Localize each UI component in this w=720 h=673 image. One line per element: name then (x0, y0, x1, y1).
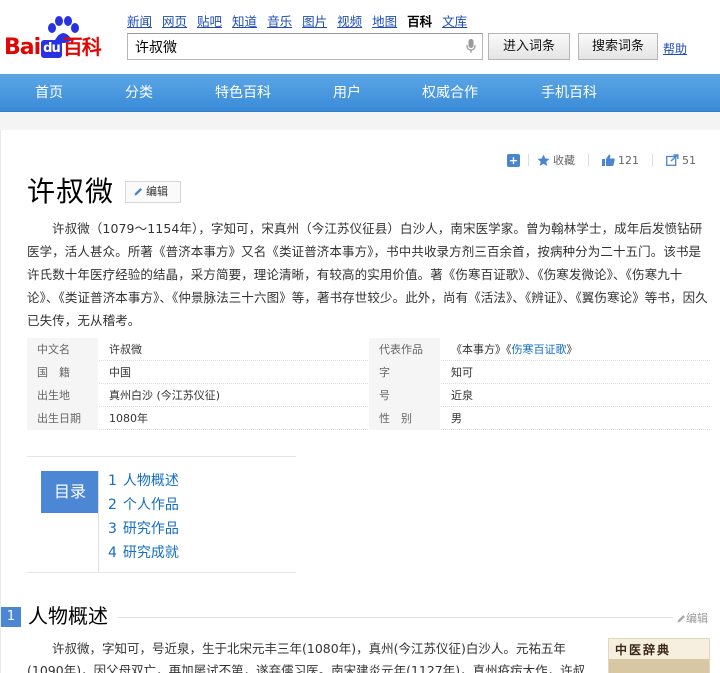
top-nav-zhidao[interactable]: 知道 (232, 11, 257, 30)
section-number: 1 (1, 607, 21, 627)
basic-info-table: 中文名 许叔微 代表作品 《本事方》《伤寒百证歌》 国 籍 中国 字 知可 出生… (27, 337, 710, 430)
like-button[interactable]: 121 (602, 154, 639, 167)
edit-label: 编辑 (146, 185, 168, 198)
collect-button[interactable]: 收藏 (537, 152, 575, 168)
basic-info-row: 国 籍 中国 字 知可 (27, 360, 710, 384)
search-input[interactable] (128, 34, 448, 59)
works-prefix: 《本事方》《 (451, 343, 512, 356)
info-value-works: 《本事方》《伤寒百证歌》 (440, 341, 578, 357)
catalog-header: 目录 (41, 471, 99, 513)
book-cover-title: 中医辞典 (615, 643, 672, 657)
main-nav: 首页 分类 特色百科 用户 权威合作 手机百科 (0, 74, 720, 112)
main-nav-home[interactable]: 首页 (35, 74, 63, 112)
share-count: 51 (682, 153, 696, 167)
info-key: 代表作品 (369, 337, 440, 361)
section-paragraph: 许叔微，字知可，号近泉，生于北宋元丰三年(1080年)，真州(今江苏仪征)白沙人… (27, 641, 586, 673)
top-nav: 新闻 网页 贴吧 知道 音乐 图片 视频 地图 百科 文库 (127, 11, 467, 30)
catalog-item-research-works[interactable]: 3 研究作品 (108, 517, 179, 541)
entry-summary: 许叔微（1079～1154年），字知可，宋真州（今江苏仪征县）白沙人，南宋医学家… (27, 221, 708, 328)
top-nav-map[interactable]: 地图 (372, 11, 397, 30)
section-header: 1 人物概述 编辑 (0, 604, 720, 628)
info-value: 知可 (451, 366, 473, 379)
top-nav-baike: 百科 (407, 14, 433, 29)
main-nav-authority[interactable]: 权威合作 (422, 74, 478, 112)
top-nav-images[interactable]: 图片 (302, 11, 327, 30)
divider (528, 154, 529, 166)
share-icon (666, 154, 679, 166)
edit-entry-button[interactable]: 编辑 (125, 181, 181, 203)
main-nav-featured[interactable]: 特色百科 (215, 74, 271, 112)
entry-toolbar: + 收藏 121 51 (507, 150, 696, 170)
info-key: 号 (369, 383, 440, 407)
works-link[interactable]: 伤寒百证歌 (512, 343, 567, 356)
catalog-divider (98, 471, 99, 572)
works-suffix: 》 (566, 343, 578, 356)
pencil-icon (134, 188, 142, 196)
divider (588, 154, 589, 166)
info-value: 男 (451, 412, 462, 425)
main-nav-categories[interactable]: 分类 (125, 74, 153, 112)
page-gap (0, 112, 720, 130)
catalog: 目录 1 人物概述 2 个人作品 3 研究作品 4 研究成就 (27, 456, 296, 573)
main-nav-users[interactable]: 用户 (333, 74, 361, 112)
like-count: 121 (618, 153, 639, 167)
info-value: 近泉 (451, 389, 473, 402)
catalog-item-works[interactable]: 2 个人作品 (108, 493, 179, 517)
section-edit-label: 编辑 (686, 612, 708, 625)
top-nav-news[interactable]: 新闻 (127, 11, 152, 30)
logo-text: Bai du 百科 (4, 35, 102, 60)
enter-entry-button[interactable]: 进入词条 (488, 33, 570, 60)
catalog-list: 1 人物概述 2 个人作品 3 研究作品 4 研究成就 (108, 469, 179, 565)
info-key: 性 别 (369, 406, 440, 430)
plus-icon: + (507, 153, 520, 167)
section-rule (118, 617, 673, 618)
top-nav-tieba[interactable]: 贴吧 (197, 11, 222, 30)
info-key: 字 (369, 360, 440, 384)
info-value: 许叔微 (109, 343, 142, 356)
microphone-icon[interactable] (466, 39, 476, 54)
info-key: 出生地 (27, 383, 98, 407)
page-title: 许叔微 (27, 175, 115, 208)
top-nav-video[interactable]: 视频 (337, 11, 362, 30)
header: Baidu百科 新闻 网页 贴吧 知道 音乐 图片 视频 地图 百科 文库 进入… (0, 0, 720, 74)
search-box (127, 33, 483, 60)
divider (652, 154, 653, 166)
pencil-icon (677, 615, 685, 623)
baidu-baike-logo[interactable]: Bai du 百科 (4, 14, 122, 60)
thumbs-up-icon (602, 154, 615, 166)
top-nav-music[interactable]: 音乐 (267, 11, 292, 30)
top-nav-wenku[interactable]: 文库 (442, 11, 467, 30)
info-key: 出生日期 (27, 406, 98, 430)
catalog-item-overview[interactable]: 1 人物概述 (108, 469, 179, 493)
section-title: 人物概述 (28, 604, 108, 628)
main-nav-mobile[interactable]: 手机百科 (541, 74, 597, 112)
search-entry-button[interactable]: 搜索词条 (578, 33, 658, 60)
star-icon (537, 154, 550, 166)
help-link[interactable]: 帮助 (663, 40, 687, 57)
share-button[interactable]: 51 (666, 154, 696, 167)
info-key: 中文名 (27, 337, 98, 361)
info-value: 真州白沙 (今江苏仪征) (109, 389, 221, 402)
collect-label: 收藏 (553, 154, 575, 167)
info-key: 国 籍 (27, 360, 98, 384)
info-value: 1080年 (109, 412, 148, 425)
catalog-item-achievements[interactable]: 4 研究成就 (108, 541, 179, 565)
info-value: 中国 (109, 366, 131, 379)
book-cover-stripe (609, 659, 709, 673)
basic-info-row: 出生地 真州白沙 (今江苏仪征) 号 近泉 (27, 383, 710, 407)
book-cover-image[interactable]: 中医辞典 (608, 638, 710, 673)
add-button[interactable]: + (507, 153, 520, 167)
basic-info-row: 中文名 许叔微 代表作品 《本事方》《伤寒百证歌》 (27, 337, 710, 361)
basic-info-row: 出生日期 1080年 性 别 男 (27, 406, 710, 430)
section-edit-button[interactable]: 编辑 (677, 610, 708, 626)
top-nav-web[interactable]: 网页 (162, 11, 187, 30)
